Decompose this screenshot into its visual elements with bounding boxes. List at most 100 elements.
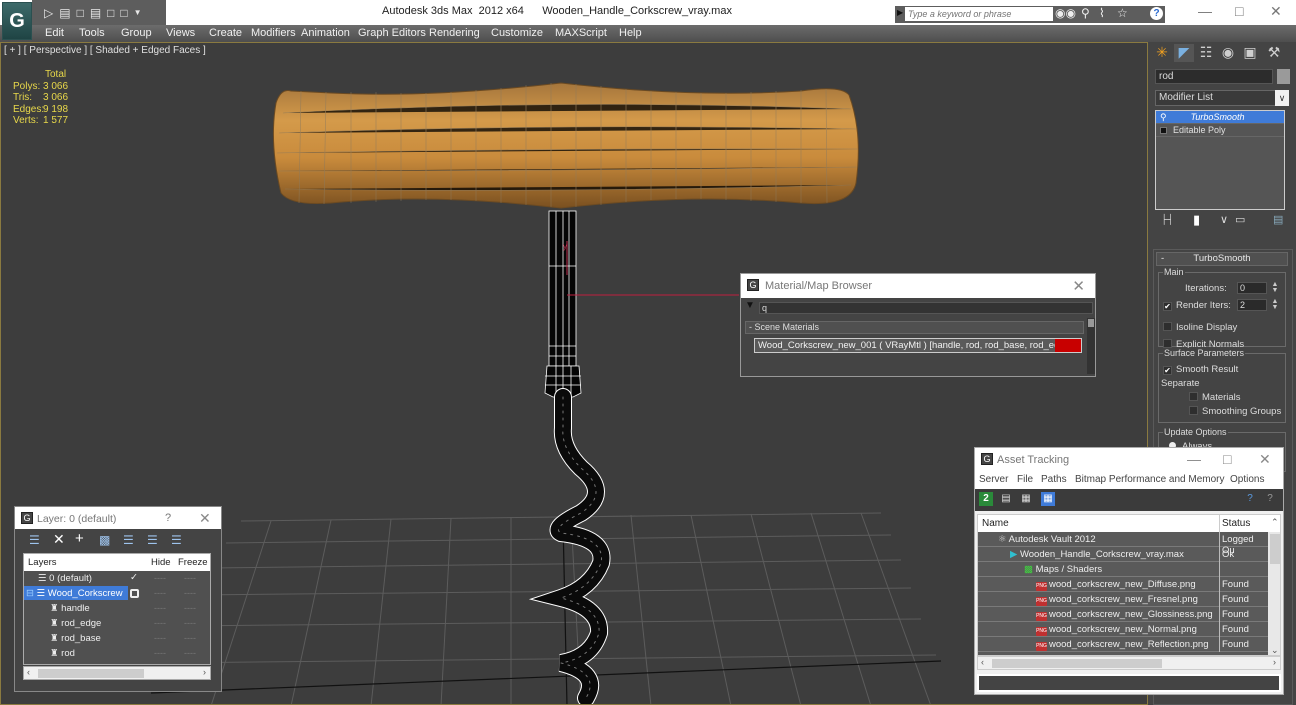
table-row[interactable]: PNG wood_corkscrew_new_Diffuse.png Found <box>978 577 1268 592</box>
horizontal-scrollbar[interactable]: ‹ › <box>977 656 1281 670</box>
help-icon[interactable]: ? <box>1150 7 1163 20</box>
dialog-title-bar[interactable]: G Layer: 0 (default) ? ✕ <box>15 507 221 529</box>
menu-customize[interactable]: Customize <box>491 27 543 39</box>
modify-tab-icon[interactable]: ◤ <box>1174 44 1194 62</box>
vertical-scrollbar[interactable] <box>1087 318 1095 374</box>
path-field[interactable] <box>977 674 1281 692</box>
display-tab-icon[interactable]: ▣ <box>1240 44 1260 62</box>
menu-graph-editors[interactable]: Graph Editors <box>358 27 426 39</box>
rollout-header[interactable]: - TurboSmooth <box>1156 252 1288 266</box>
delete-layer-icon[interactable]: ✕ <box>53 531 65 548</box>
save-file-icon[interactable]: ▤ <box>59 6 70 20</box>
key-icon[interactable]: ⚲ <box>1081 6 1090 20</box>
menu-animation[interactable]: Animation <box>301 27 350 39</box>
table-row[interactable]: PNG wood_corkscrew_new_Fresnel.png Found <box>978 592 1268 607</box>
fetch-icon[interactable]: □ <box>120 6 127 20</box>
utilities-tab-icon[interactable]: ⚒ <box>1264 44 1284 62</box>
minimize-button[interactable]: — <box>1187 451 1201 467</box>
spinner-arrows-icon[interactable]: ▲ ▼ <box>1271 298 1279 311</box>
collapse-icon[interactable]: ⊟ <box>26 588 34 599</box>
menu-options[interactable]: Options <box>1230 474 1264 485</box>
satellite-icon[interactable]: ⌇ <box>1099 6 1105 20</box>
menu-group[interactable]: Group <box>121 27 152 39</box>
scroll-left-icon[interactable]: ‹ <box>981 657 984 667</box>
separate-materials-checkbox[interactable]: Materials <box>1189 392 1241 403</box>
table-row[interactable]: ▶ Wooden_Handle_Corkscrew_vray.max Ok <box>978 547 1268 562</box>
column-status[interactable]: Status <box>1222 518 1250 529</box>
lightbulb-icon[interactable]: ⚲ <box>1160 112 1167 123</box>
create-tab-icon[interactable]: ✳ <box>1152 44 1172 62</box>
object-row[interactable]: ♜ rod ---- ---- <box>24 646 210 661</box>
menu-create[interactable]: Create <box>209 27 242 39</box>
object-row[interactable]: ♜ rod_base ---- ---- <box>24 631 210 646</box>
help-button[interactable]: ? <box>165 512 171 524</box>
menu-paths[interactable]: Paths <box>1041 474 1067 485</box>
keyword-search-input[interactable] <box>905 7 1053 21</box>
motion-tab-icon[interactable]: ◉ <box>1218 44 1238 62</box>
table-row[interactable]: ▩ Maps / Shaders <box>978 562 1268 577</box>
menu-tools[interactable]: Tools <box>79 27 105 39</box>
binoculars-icon[interactable]: ◉◉ <box>1055 6 1076 20</box>
remove-modifier-icon[interactable]: ▭ <box>1235 213 1245 226</box>
scroll-right-icon[interactable]: › <box>1273 657 1276 667</box>
make-unique-icon[interactable]: ∨ <box>1220 213 1228 226</box>
search-by-name-input[interactable]: q <box>759 302 1093 314</box>
vault-status-icon[interactable]: 2 <box>979 492 993 506</box>
menu-file[interactable]: File <box>1017 474 1033 485</box>
spinner-arrows-icon[interactable]: ▲ ▼ <box>1271 281 1279 294</box>
menu-edit[interactable]: Edit <box>45 27 64 39</box>
minimize-button[interactable]: — <box>1198 3 1212 19</box>
table-row[interactable]: PNG wood_corkscrew_new_Normal.png Found <box>978 622 1268 637</box>
layer-row[interactable]: ☰ 0 (default) ✓ ---- ---- <box>24 571 210 586</box>
table-view-icon[interactable]: ▦ <box>1041 492 1055 506</box>
app-menu-button[interactable]: G <box>2 2 32 40</box>
chevron-down-icon[interactable]: ∨ <box>1275 90 1289 106</box>
object-row[interactable]: ♜ rod_edge ---- ---- <box>24 616 210 631</box>
menu-bitmap-performance[interactable]: Bitmap Performance and Memory <box>1075 474 1225 485</box>
isoline-display-checkbox[interactable]: Isoline Display <box>1163 322 1237 333</box>
dialog-title-bar[interactable]: G Asset Tracking — □ ✕ <box>975 448 1283 470</box>
smooth-result-checkbox[interactable]: ✔ Smooth Result <box>1163 364 1238 375</box>
stack-item-editable-poly[interactable]: Editable Poly <box>1156 124 1284 137</box>
list-view-icon[interactable]: ▤ <box>999 492 1013 506</box>
menu-views[interactable]: Views <box>166 27 195 39</box>
current-layer-checkmark-icon[interactable]: ✓ <box>130 572 138 583</box>
context-help-icon[interactable]: ? <box>1263 492 1277 506</box>
undo-icon[interactable]: □ <box>77 6 84 20</box>
close-icon[interactable]: ✕ <box>1072 277 1085 295</box>
separate-smoothing-groups-checkbox[interactable]: Smoothing Groups <box>1189 406 1281 417</box>
hierarchy-tab-icon[interactable]: ☷ <box>1196 44 1216 62</box>
column-hide[interactable]: Hide <box>151 557 171 568</box>
menu-modifiers[interactable]: Modifiers <box>251 27 296 39</box>
add-to-layer-icon[interactable]: + <box>75 530 84 547</box>
set-current-layer-icon[interactable] <box>130 589 139 598</box>
hold-icon[interactable]: □ <box>107 6 114 20</box>
maximize-button[interactable]: □ <box>1223 451 1231 467</box>
column-freeze[interactable]: Freeze <box>178 557 208 568</box>
close-icon[interactable]: ✕ <box>1259 451 1271 468</box>
select-objects-icon[interactable]: ▩ <box>99 533 110 547</box>
table-row[interactable]: PNG wood_corkscrew_new_Reflection.png Fou… <box>978 637 1268 652</box>
freeze-all-icon[interactable]: ☰ <box>171 533 182 547</box>
close-button[interactable]: ✕ <box>1270 3 1282 20</box>
collapse-icon[interactable]: - <box>1161 253 1164 265</box>
pin-stack-icon[interactable]: ├┤ <box>1161 214 1174 224</box>
expand-arrow-icon[interactable]: ▶ <box>897 8 903 17</box>
horizontal-scrollbar[interactable]: ‹ › <box>23 666 211 680</box>
menu-rendering[interactable]: Rendering <box>429 27 480 39</box>
render-iters-spinner[interactable]: 2 <box>1237 299 1267 311</box>
object-color-swatch[interactable] <box>1277 69 1290 84</box>
modifier-list-dropdown[interactable]: Modifier List <box>1155 90 1283 106</box>
highlight-layer-icon[interactable]: ☰ <box>123 533 134 547</box>
scroll-up-icon[interactable]: ⌃ <box>1271 517 1279 528</box>
table-row[interactable]: PNG wood_corkscrew_new_Glossiness.png Fou… <box>978 607 1268 622</box>
redo-icon[interactable]: ▤ <box>90 6 101 20</box>
material-entry[interactable]: Wood_Corkscrew_new_001 ( VRayMtl ) [hand… <box>754 338 1082 353</box>
help-icon[interactable]: ? <box>1243 492 1257 506</box>
render-iters-checkbox[interactable]: ✔ Render Iters: <box>1163 300 1231 311</box>
configure-sets-icon[interactable]: ▤ <box>1273 213 1283 226</box>
thumbnail-view-icon[interactable]: ▦ <box>1019 492 1033 506</box>
scroll-down-icon[interactable]: ⌄ <box>1271 645 1279 655</box>
object-name-field[interactable] <box>1155 69 1273 84</box>
dialog-title-bar[interactable]: G Material/Map Browser ✕ <box>741 274 1095 298</box>
